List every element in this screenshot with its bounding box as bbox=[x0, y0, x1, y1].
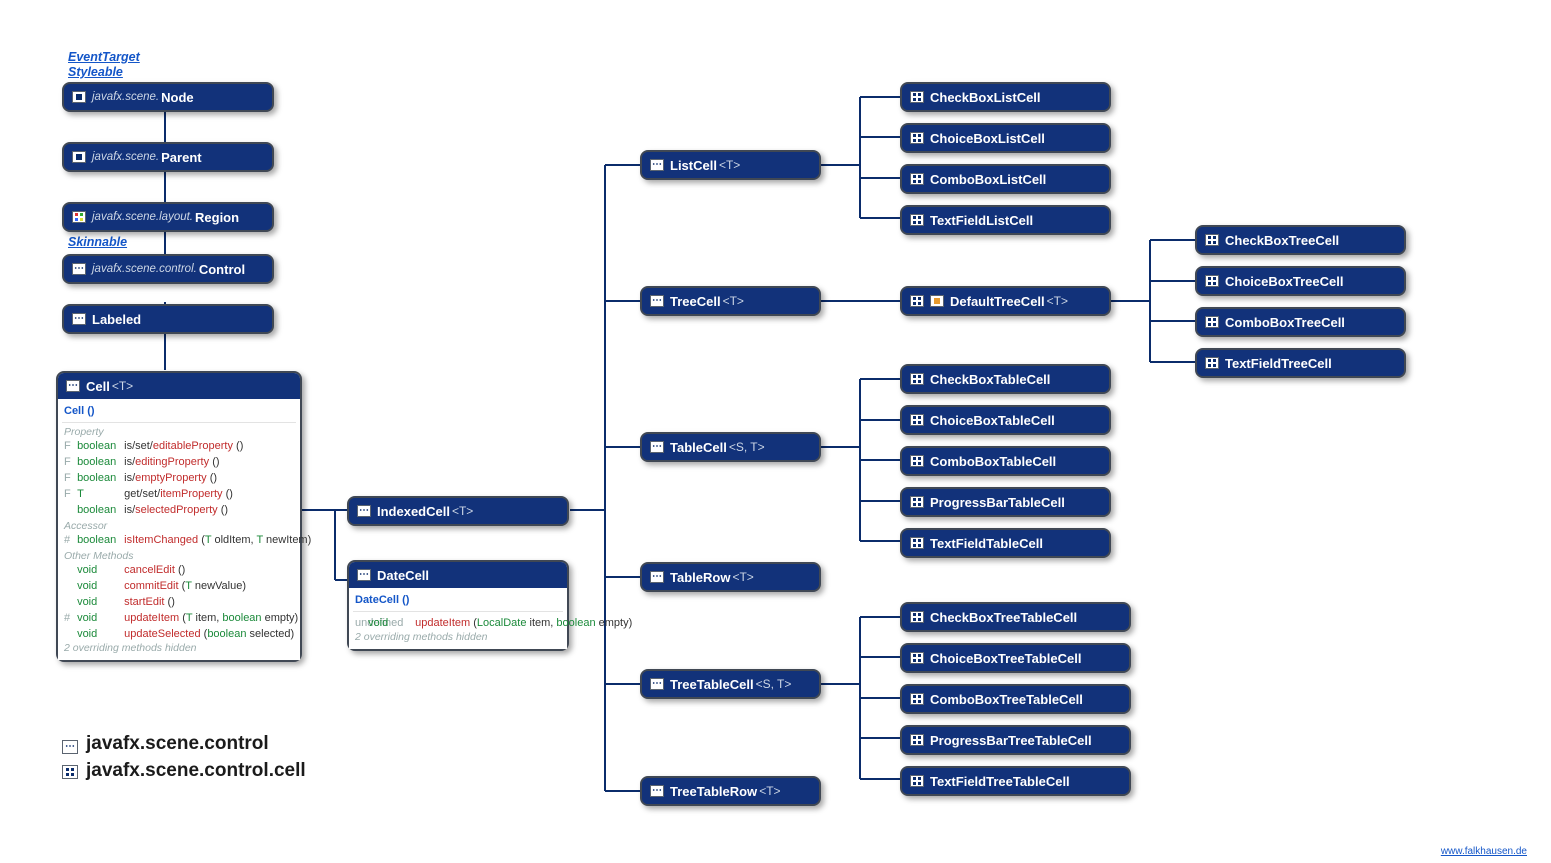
class-icon bbox=[910, 652, 924, 664]
class-icon bbox=[650, 571, 664, 583]
class-icon bbox=[910, 214, 924, 226]
class-icon bbox=[650, 441, 664, 453]
class-cell-body: Cell () Property F boolean is/set/editab… bbox=[58, 399, 300, 660]
class-icon bbox=[910, 775, 924, 787]
class-icon bbox=[910, 734, 924, 746]
interface-eventtarget[interactable]: EventTarget bbox=[68, 50, 140, 64]
watermark-link[interactable]: www.falkhausen.de bbox=[1441, 846, 1527, 857]
inner-class-icon bbox=[930, 295, 944, 307]
class-icon bbox=[1205, 275, 1219, 287]
class-icon bbox=[910, 414, 924, 426]
class-icon bbox=[650, 785, 664, 797]
class-icon bbox=[650, 678, 664, 690]
class-icon bbox=[910, 611, 924, 623]
legend-control: javafx.scene.control bbox=[62, 733, 269, 755]
class-icon bbox=[910, 537, 924, 549]
class-icon bbox=[66, 380, 80, 392]
class-datecell-body: DateCell () undefined void updateItem (L… bbox=[349, 588, 567, 649]
class-icon bbox=[72, 91, 86, 103]
class-icon bbox=[910, 496, 924, 508]
class-icon bbox=[910, 295, 924, 307]
package-icon bbox=[62, 765, 78, 779]
class-icon bbox=[1205, 316, 1219, 328]
class-icon bbox=[1205, 357, 1219, 369]
class-icon bbox=[1205, 234, 1219, 246]
class-icon bbox=[72, 211, 86, 223]
class-icon bbox=[910, 693, 924, 705]
class-icon bbox=[650, 295, 664, 307]
class-icon bbox=[357, 569, 371, 581]
class-icon bbox=[72, 151, 86, 163]
class-datecell[interactable]: DateCell DateCell () undefined void upda… bbox=[347, 560, 569, 651]
class-icon bbox=[357, 505, 371, 517]
package-icon bbox=[62, 740, 78, 754]
diagram-canvas: EventTarget Styleable Skinnable javafx.s… bbox=[0, 0, 1551, 863]
class-icon bbox=[910, 132, 924, 144]
class-icon bbox=[650, 159, 664, 171]
interface-styleable[interactable]: Styleable bbox=[68, 65, 123, 79]
class-icon bbox=[72, 263, 86, 275]
class-icon bbox=[910, 455, 924, 467]
class-icon bbox=[72, 313, 86, 325]
class-icon bbox=[910, 373, 924, 385]
class-icon bbox=[910, 173, 924, 185]
class-icon bbox=[910, 91, 924, 103]
class-cell[interactable]: Cell <T> Cell () Property F boolean is/s… bbox=[56, 371, 302, 662]
interface-skinnable[interactable]: Skinnable bbox=[68, 235, 127, 249]
legend-cell: javafx.scene.control.cell bbox=[62, 760, 306, 782]
